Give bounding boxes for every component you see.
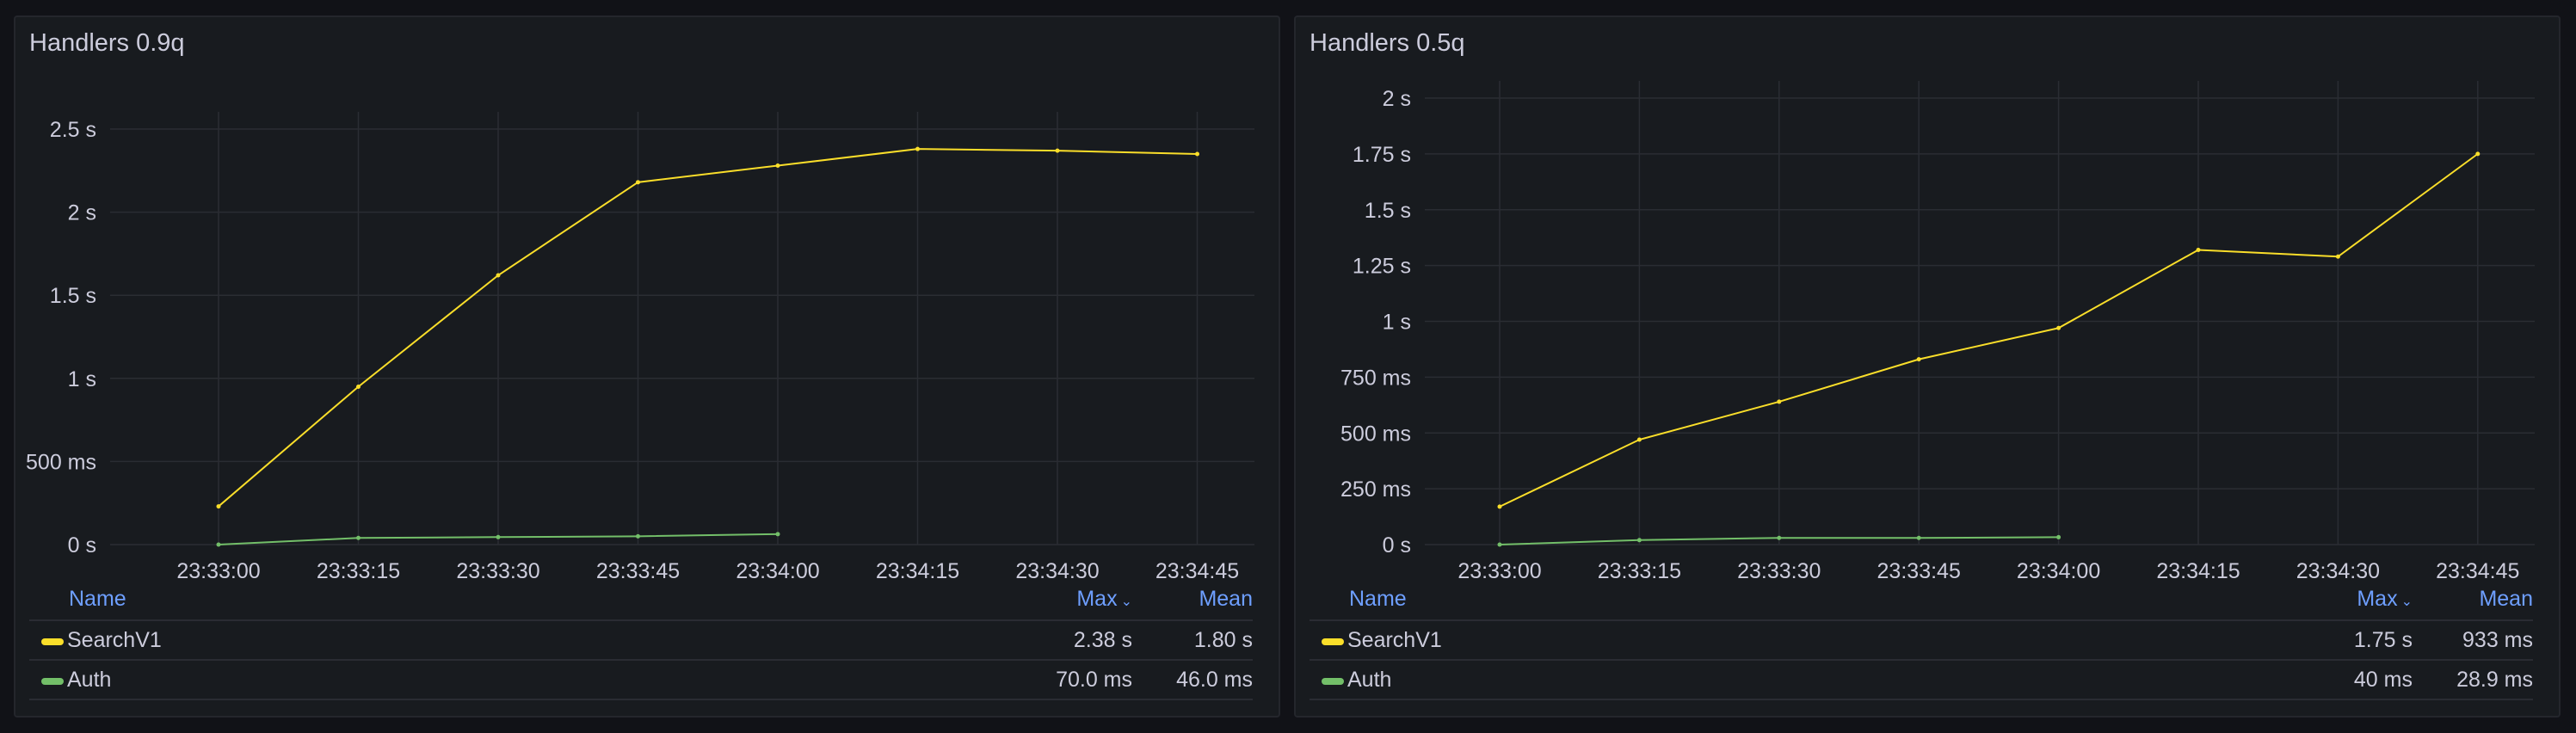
legend-header: Name Max ⌄ Mean <box>1310 585 2533 621</box>
legend-series-name[interactable]: Auth <box>1347 668 1391 693</box>
x-tick-label: 23:33:45 <box>596 559 680 583</box>
data-point-auth[interactable] <box>356 535 361 540</box>
legend-table: Name Max ⌄ Mean SearchV1 2.38 s 1.80 s Au… <box>29 585 1253 700</box>
y-tick-label: 0 s <box>1383 533 1411 557</box>
data-point-searchv1[interactable] <box>2335 254 2340 259</box>
legend-mean-value: 1.80 s <box>1193 628 1253 652</box>
x-tick-label: 23:34:15 <box>876 559 959 583</box>
y-tick-label: 1.75 s <box>1353 143 1411 167</box>
x-tick-label: 23:33:45 <box>1877 559 1961 583</box>
x-tick-label: 23:34:30 <box>1015 559 1099 583</box>
panel-handlers-05q: Handlers 0.5q 0 s 250 ms 500 ms 750 ms 1 s 1.… <box>1294 15 2561 718</box>
x-tick-label: 23:34:00 <box>2017 559 2100 583</box>
data-point-searchv1[interactable] <box>216 504 221 509</box>
x-tick-label: 23:34:45 <box>2436 559 2519 583</box>
legend-series-name[interactable]: SearchV1 <box>1347 628 1442 653</box>
legend-table: Name Max ⌄ Mean SearchV1 1.75 s 933 ms Au… <box>1310 585 2533 700</box>
data-point-searchv1[interactable] <box>1195 151 1199 157</box>
data-point-searchv1[interactable] <box>636 180 640 185</box>
series-color-swatch <box>41 638 64 645</box>
x-tick-label: 23:33:00 <box>176 559 260 583</box>
series-color-swatch <box>41 678 64 685</box>
data-point-auth[interactable] <box>636 533 640 539</box>
data-point-auth[interactable] <box>1636 538 1642 543</box>
x-tick-label: 23:34:30 <box>2296 559 2380 583</box>
data-point-auth[interactable] <box>216 542 221 547</box>
data-point-auth[interactable] <box>2056 534 2061 539</box>
x-tick-label: 23:33:00 <box>1457 559 1541 583</box>
data-point-searchv1[interactable] <box>2196 247 2201 252</box>
y-tick-label: 1 s <box>68 367 96 391</box>
x-tick-label: 23:33:30 <box>456 559 539 583</box>
legend-header-name[interactable]: Name <box>1349 587 1407 612</box>
series-color-swatch <box>1322 638 1344 645</box>
legend-series-name[interactable]: Auth <box>67 668 111 693</box>
legend-max-value: 1.75 s <box>2353 628 2413 652</box>
y-tick-label: 750 ms <box>1340 366 1411 390</box>
series-line-searchv1[interactable] <box>1499 153 2479 508</box>
y-tick-label: 2.5 s <box>50 118 96 142</box>
legend-header-name[interactable]: Name <box>69 587 126 612</box>
data-point-auth[interactable] <box>1916 535 1921 540</box>
y-tick-label: 2 s <box>1383 87 1411 111</box>
series-color-swatch <box>1322 678 1344 685</box>
x-tick-label: 23:34:45 <box>1156 559 1239 583</box>
sort-desc-icon: ⌄ <box>1120 594 1132 609</box>
x-tick-label: 23:33:15 <box>1598 559 1681 583</box>
data-point-searchv1[interactable] <box>356 384 361 389</box>
data-point-searchv1[interactable] <box>1636 437 1642 442</box>
data-point-searchv1[interactable] <box>2056 325 2061 330</box>
legend-header-mean[interactable]: Mean <box>2479 587 2533 612</box>
legend-max-value: 70.0 ms <box>1056 668 1132 692</box>
legend-max-value: 40 ms <box>2353 668 2413 692</box>
legend-header: Name Max ⌄ Mean <box>29 585 1253 621</box>
data-point-searchv1[interactable] <box>1055 148 1060 153</box>
legend-mean-value: 933 ms <box>2462 628 2533 652</box>
legend-row-searchv1[interactable]: SearchV1 2.38 s 1.80 s <box>29 621 1253 661</box>
chart-plot: 0 s 500 ms 1 s 1.5 s 2 s 2.5 s 23:33:00 23:33:1… <box>26 112 1254 583</box>
legend-row-searchv1[interactable]: SearchV1 1.75 s 933 ms <box>1310 621 2533 661</box>
data-point-searchv1[interactable] <box>1497 504 1502 509</box>
x-tick-label: 23:33:15 <box>317 559 400 583</box>
data-point-auth[interactable] <box>775 532 780 537</box>
panel-handlers-09q: Handlers 0.9q 0 s 500 ms 1 s 1.5 s2 s 2.5 s2… <box>14 15 1280 718</box>
data-point-auth[interactable] <box>496 534 501 539</box>
y-tick-label: 0 s <box>68 533 96 557</box>
data-point-searchv1[interactable] <box>1916 357 1921 362</box>
legend-mean-value: 46.0 ms <box>1176 668 1253 692</box>
legend-max-value: 2.38 s <box>1073 628 1132 652</box>
legend-mean-value: 28.9 ms <box>2456 668 2533 692</box>
y-tick-label: 500 ms <box>1340 422 1411 446</box>
data-point-auth[interactable] <box>1777 535 1782 540</box>
data-point-searchv1[interactable] <box>775 163 780 169</box>
x-tick-label: 23:34:15 <box>2156 559 2240 583</box>
y-tick-label: 1 s <box>1383 311 1411 335</box>
y-tick-label: 500 ms <box>26 450 96 474</box>
y-tick-label: 250 ms <box>1340 477 1411 502</box>
y-tick-label: 2 s <box>68 201 96 225</box>
y-tick-label: 1.5 s <box>1365 199 1411 223</box>
legend-series-name[interactable]: SearchV1 <box>67 628 162 653</box>
legend-row-auth[interactable]: Auth 40 ms 28.9 ms <box>1310 661 2533 700</box>
legend-header-max[interactable]: Max ⌄ <box>2357 587 2413 612</box>
legend-header-max[interactable]: Max ⌄ <box>1076 587 1132 612</box>
y-tick-label: 1.5 s <box>50 284 96 308</box>
chart-plot: 0 s 250 ms 500 ms 750 ms 1 s 1.25 s 1.5 s 1.75 … <box>1340 81 2535 583</box>
data-point-auth[interactable] <box>1497 542 1502 547</box>
data-point-searchv1[interactable] <box>915 146 920 151</box>
y-tick-label: 1.25 s <box>1353 255 1411 279</box>
data-point-searchv1[interactable] <box>2475 151 2480 157</box>
x-tick-label: 23:33:30 <box>1737 559 1821 583</box>
legend-header-mean[interactable]: Mean <box>1199 587 1253 612</box>
data-point-searchv1[interactable] <box>1777 399 1782 404</box>
x-tick-label: 23:34:00 <box>736 559 819 583</box>
sort-desc-icon: ⌄ <box>2400 594 2413 609</box>
legend-row-auth[interactable]: Auth 70.0 ms 46.0 ms <box>29 661 1253 700</box>
data-point-searchv1[interactable] <box>496 273 501 278</box>
series-line-searchv1[interactable] <box>218 148 1198 508</box>
